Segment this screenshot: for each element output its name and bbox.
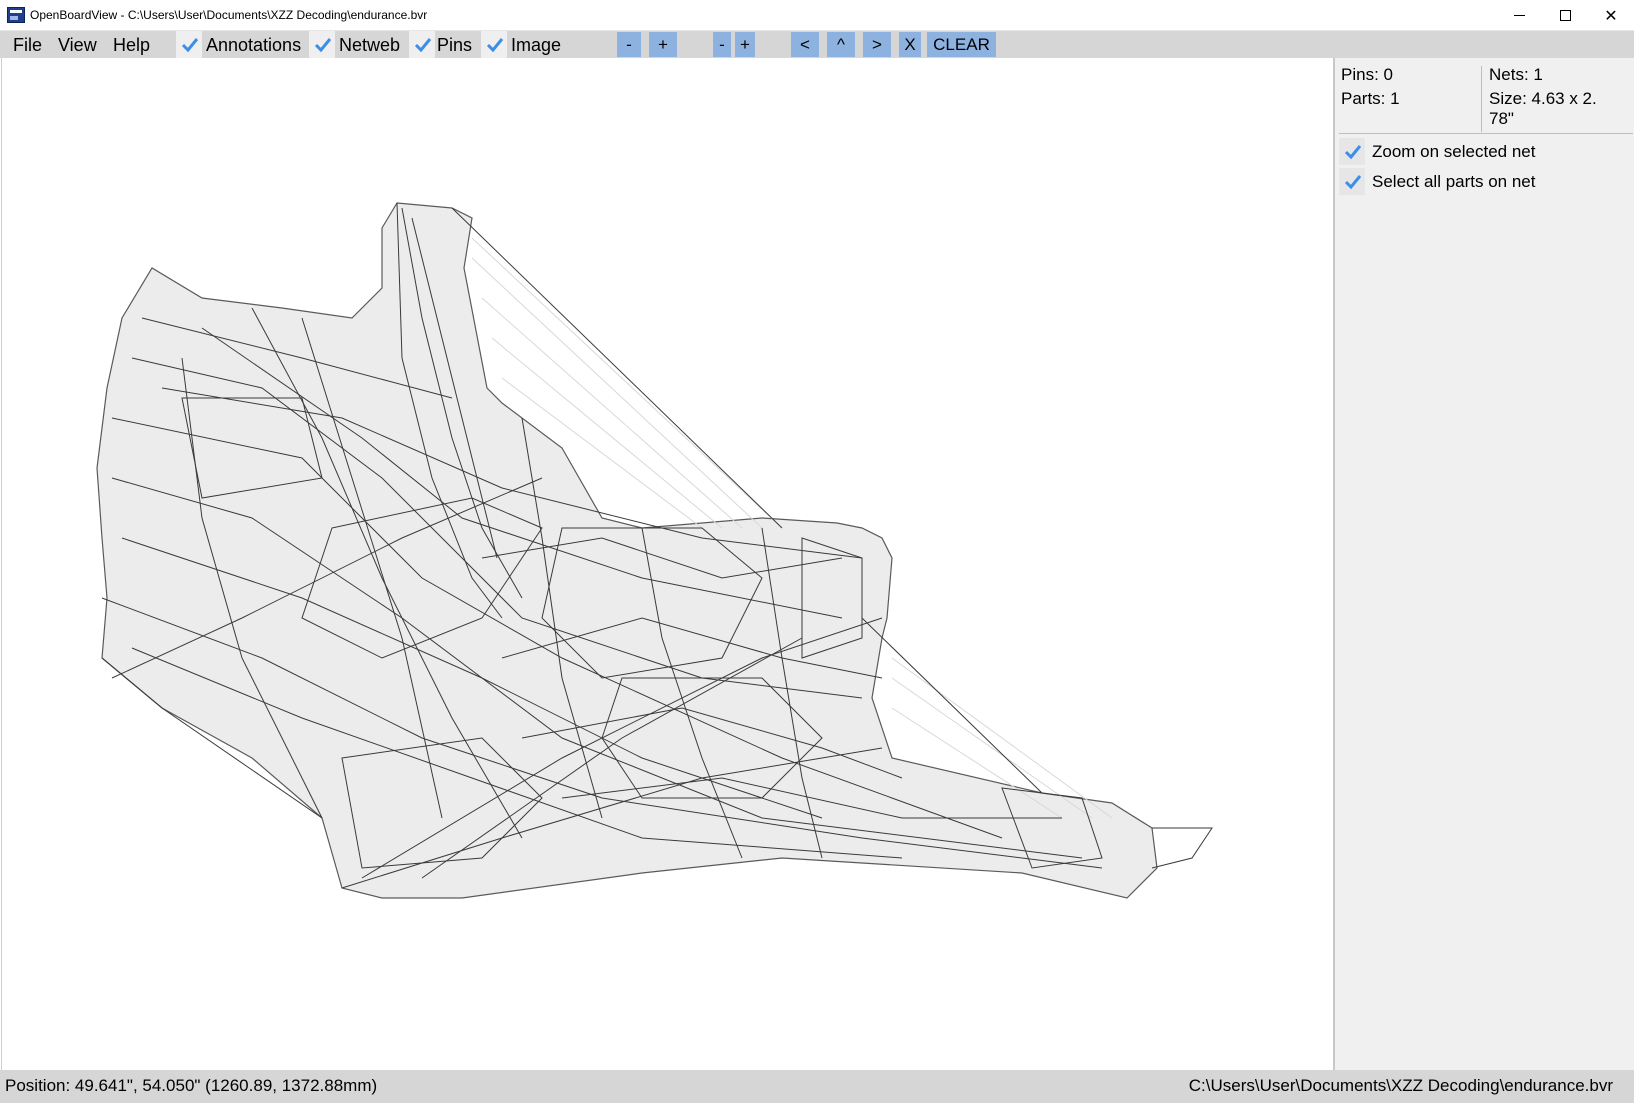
select-all-parts-option[interactable]: Select all parts on net xyxy=(1339,168,1629,196)
checkmark-icon xyxy=(414,38,432,53)
clear-button[interactable]: CLEAR xyxy=(927,32,996,57)
nets-count: Nets: 1 xyxy=(1489,65,1543,84)
netweb-checkbox[interactable] xyxy=(309,31,335,58)
checkmark-icon xyxy=(1344,175,1362,190)
board-size-cont: 78" xyxy=(1489,109,1514,128)
cursor-position: Position: 49.641", 54.050" (1260.89, 137… xyxy=(5,1076,378,1095)
board-drawing xyxy=(96,202,1213,899)
menu-help[interactable]: Help xyxy=(113,34,150,56)
window-title: OpenBoardView - C:\Users\User\Documents\… xyxy=(30,8,428,22)
menubar: File View Help Annotations Netweb Pins I… xyxy=(0,31,1634,58)
window-titlebar: OpenBoardView - C:\Users\User\Documents\… xyxy=(0,0,1634,31)
pins-label: Pins xyxy=(437,35,473,55)
checkmark-icon xyxy=(181,38,199,53)
panel-separator xyxy=(1339,133,1633,134)
info-panel: Pins: 0 Parts: 1 Nets: 1 Size: 4.63 x 2.… xyxy=(1333,58,1634,1070)
minimize-icon xyxy=(1513,15,1525,16)
annotations-label: Annotations xyxy=(206,35,302,55)
minimize-button[interactable] xyxy=(1496,0,1542,31)
zoom-in-fine-button[interactable]: + xyxy=(735,32,755,57)
maximize-icon xyxy=(1559,10,1571,21)
close-icon: ✕ xyxy=(1604,7,1618,25)
reset-view-button[interactable]: X xyxy=(899,32,921,57)
app-logo-icon xyxy=(7,7,25,23)
zoom-on-selected-net-option[interactable]: Zoom on selected net xyxy=(1339,138,1629,166)
zoom-out-fine-button[interactable]: - xyxy=(713,32,731,57)
zoom-on-selected-net-checkbox[interactable] xyxy=(1339,138,1365,165)
status-bar: Position: 49.641", 54.050" (1260.89, 137… xyxy=(0,1070,1634,1103)
checkmark-icon xyxy=(314,38,332,53)
image-label: Image xyxy=(511,35,562,55)
annotations-checkbox[interactable] xyxy=(176,31,202,58)
panel-divider xyxy=(1481,66,1482,132)
toggle-image[interactable]: Image xyxy=(481,31,573,58)
toggle-netweb[interactable]: Netweb xyxy=(309,31,407,58)
pins-checkbox[interactable] xyxy=(409,31,435,58)
menu-file[interactable]: File xyxy=(13,34,42,56)
netweb-label: Netweb xyxy=(339,35,401,55)
file-path: C:\Users\User\Documents\XZZ Decoding\end… xyxy=(1188,1076,1613,1095)
parts-count: Parts: 1 xyxy=(1341,89,1400,108)
close-button[interactable]: ✕ xyxy=(1588,0,1634,31)
zoom-out-button[interactable]: - xyxy=(617,32,641,57)
board-outline-fill xyxy=(96,202,1158,899)
toggle-pins[interactable]: Pins xyxy=(409,31,479,58)
zoom-in-button[interactable]: + xyxy=(649,32,677,57)
pan-right-button[interactable]: > xyxy=(863,32,891,57)
maximize-button[interactable] xyxy=(1542,0,1588,31)
checkmark-icon xyxy=(486,38,504,53)
select-all-parts-label: Select all parts on net xyxy=(1372,172,1536,191)
pan-up-button[interactable]: ^ xyxy=(827,32,855,57)
checkmark-icon xyxy=(1344,145,1362,160)
board-canvas[interactable] xyxy=(1,58,1333,1070)
board-outline xyxy=(96,202,1158,899)
menu-view[interactable]: View xyxy=(58,34,97,56)
select-all-parts-checkbox[interactable] xyxy=(1339,168,1365,195)
board-size: Size: 4.63 x 2. xyxy=(1489,89,1597,108)
zoom-on-selected-net-label: Zoom on selected net xyxy=(1372,142,1536,161)
toggle-annotations[interactable]: Annotations xyxy=(176,31,306,58)
pan-left-button[interactable]: < xyxy=(791,32,819,57)
pins-count: Pins: 0 xyxy=(1341,65,1393,84)
image-checkbox[interactable] xyxy=(481,31,507,58)
